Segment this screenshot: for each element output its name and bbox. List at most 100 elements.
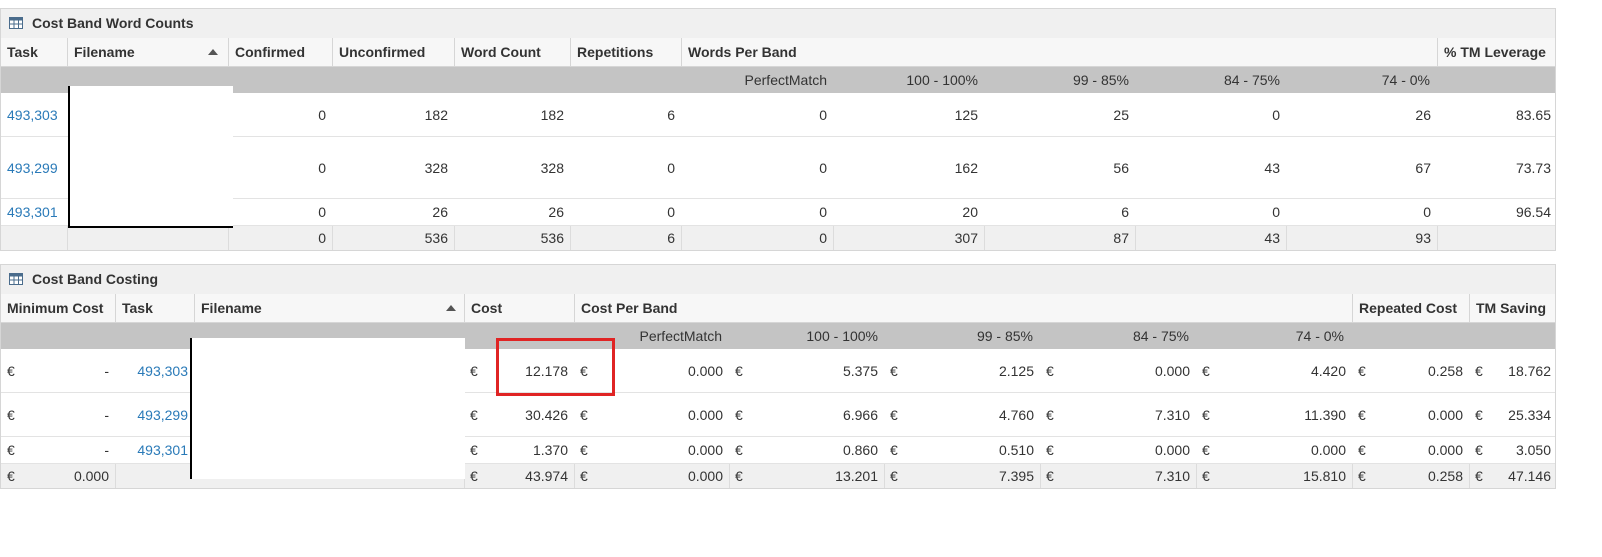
- cell-band-100: 20: [962, 204, 978, 220]
- total-band-74-0: 93: [1286, 226, 1437, 250]
- total-cost: 43.974: [464, 464, 574, 488]
- cell-minimum-cost: -: [104, 362, 109, 379]
- task-link[interactable]: 493,301: [137, 442, 188, 458]
- col-header-task[interactable]: Task: [115, 294, 194, 322]
- panel-title: Cost Band Word Counts: [32, 15, 194, 31]
- cell-band-100: 125: [954, 106, 978, 123]
- cell-band-74-0: 0.000: [1310, 442, 1346, 458]
- cell-word-count: 182: [540, 106, 564, 123]
- total-word-count: 536: [454, 226, 570, 250]
- cell-band-99-85: 25: [1113, 106, 1129, 123]
- cell-minimum-cost: -: [104, 406, 109, 423]
- total-tm-leverage: [1437, 226, 1557, 250]
- band-header-74-0: 74 - 0%: [1381, 72, 1430, 88]
- band-subheader-row: PerfectMatch 100 - 100% 99 - 85% 84 - 75…: [1, 67, 1555, 93]
- cell-empty: [67, 226, 228, 250]
- total-band-perfectmatch: 0.000: [574, 464, 729, 488]
- total-unconfirmed: 536: [332, 226, 454, 250]
- cell-tm-saving: 25.334: [1508, 406, 1551, 423]
- band-header-84-75: 84 - 75%: [1223, 72, 1280, 88]
- cell-tm-saving: 18.762: [1508, 362, 1551, 379]
- sort-ascending-icon: [446, 305, 456, 311]
- cell-band-74-0: 67: [1415, 159, 1431, 176]
- total-band-perfectmatch: 0: [681, 226, 833, 250]
- cost-band-costing-panel: Cost Band Costing Minimum Cost Task File…: [0, 264, 1556, 489]
- totals-row: 0 536 536 6 0 307 87 43 93: [1, 226, 1555, 250]
- total-band-99-85: 7.395: [884, 464, 1040, 488]
- col-header-words-per-band: Words Per Band: [681, 38, 1437, 66]
- col-header-tm-leverage[interactable]: % TM Leverage: [1437, 38, 1557, 66]
- highlight-box: [496, 338, 615, 396]
- cell-band-84-75: 0: [1272, 204, 1280, 220]
- cell-cost: 1.370: [532, 442, 568, 458]
- cell-band-84-75: 0: [1272, 106, 1280, 123]
- cell-cost: 30.426: [525, 406, 568, 423]
- total-tm-saving: 47.146: [1469, 464, 1557, 488]
- total-minimum-cost: 0.000: [73, 468, 109, 484]
- cell-repeated-cost: 0.258: [1427, 362, 1463, 379]
- cell-confirmed: 0: [318, 204, 326, 220]
- task-link[interactable]: 493,303: [7, 107, 58, 123]
- task-link[interactable]: 493,303: [137, 363, 188, 379]
- col-header-filename-label: Filename: [201, 300, 262, 316]
- cell-confirmed: 0: [318, 106, 326, 123]
- cell-tm-leverage: 83.65: [1515, 106, 1551, 123]
- cell-band-perfectmatch: 0.000: [687, 406, 723, 423]
- cell-band-99-85: 2.125: [998, 362, 1034, 379]
- col-header-filename[interactable]: Filename: [194, 294, 464, 322]
- cell-band-perfectmatch: 0: [819, 204, 827, 220]
- cell-band-100: 0.860: [842, 442, 878, 458]
- cell-band-perfectmatch: 0: [819, 159, 827, 176]
- cell-band-100: 6.966: [842, 406, 878, 423]
- col-header-filename[interactable]: Filename: [67, 38, 228, 66]
- band-header-84-75: 84 - 75%: [1132, 328, 1189, 344]
- col-header-confirmed[interactable]: Confirmed: [228, 38, 332, 66]
- band-header-perfectmatch: PerfectMatch: [744, 72, 827, 88]
- col-header-cost-per-band: Cost Per Band: [574, 294, 1352, 322]
- total-repetitions: 6: [570, 226, 681, 250]
- table-row[interactable]: 493,303 0 182 182 6 0 125 25 0 26 83.65: [1, 93, 1555, 137]
- task-link[interactable]: 493,299: [137, 407, 188, 423]
- band-header-99-85: 99 - 85%: [976, 328, 1033, 344]
- total-band-74-0: 15.810: [1196, 464, 1352, 488]
- sort-ascending-icon: [208, 49, 218, 55]
- cell-repetitions: 0: [667, 204, 675, 220]
- col-header-task[interactable]: Task: [1, 38, 67, 66]
- task-link[interactable]: 493,299: [7, 160, 58, 176]
- cell-band-perfectmatch: 0: [819, 106, 827, 123]
- col-header-repetitions[interactable]: Repetitions: [570, 38, 681, 66]
- cell-tm-leverage: 73.73: [1515, 159, 1551, 176]
- task-link[interactable]: 493,301: [7, 204, 58, 220]
- col-header-word-count[interactable]: Word Count: [454, 38, 570, 66]
- cell-tm-saving: 3.050: [1515, 442, 1551, 458]
- cell-confirmed: 0: [318, 159, 326, 176]
- total-confirmed: 0: [228, 226, 332, 250]
- col-header-cost[interactable]: Cost: [464, 294, 574, 322]
- cell-band-74-0: 26: [1415, 106, 1431, 123]
- cell-repeated-cost: 0.000: [1427, 406, 1463, 423]
- table-row[interactable]: 493,299 0 328 328 0 0 162 56 43 67 73.73: [1, 137, 1555, 199]
- cell-unconfirmed: 26: [432, 204, 448, 220]
- cell-word-count: 26: [548, 204, 564, 220]
- total-band-100: 307: [833, 226, 984, 250]
- column-header-row: Minimum Cost Task Filename Cost Cost Per…: [1, 294, 1555, 323]
- panel-title: Cost Band Costing: [32, 271, 158, 287]
- total-repeated-cost: 0.258: [1352, 464, 1469, 488]
- table-row[interactable]: 493,301 0 26 26 0 0 20 6 0 0 96.54: [1, 199, 1555, 226]
- band-header-100: 100 - 100%: [906, 72, 978, 88]
- cell-unconfirmed: 182: [424, 106, 448, 123]
- cell-tm-leverage: 96.54: [1515, 204, 1551, 220]
- panel-title-bar: Cost Band Word Counts: [1, 9, 1555, 39]
- total-band-100: 13.201: [729, 464, 884, 488]
- col-header-unconfirmed[interactable]: Unconfirmed: [332, 38, 454, 66]
- cell-band-84-75: 43: [1264, 159, 1280, 176]
- col-header-repeated-cost[interactable]: Repeated Cost: [1352, 294, 1469, 322]
- col-header-tm-saving[interactable]: TM Saving: [1469, 294, 1557, 322]
- panel-title-bar: Cost Band Costing: [1, 265, 1555, 295]
- col-header-minimum-cost[interactable]: Minimum Cost: [1, 294, 115, 322]
- cell-band-74-0: 0: [1423, 204, 1431, 220]
- table-grid-icon: [9, 17, 23, 29]
- cell-empty: [115, 464, 194, 488]
- cell-band-74-0: 4.420: [1310, 362, 1346, 379]
- cost-band-word-counts-panel: Cost Band Word Counts Task Filename Conf…: [0, 8, 1556, 251]
